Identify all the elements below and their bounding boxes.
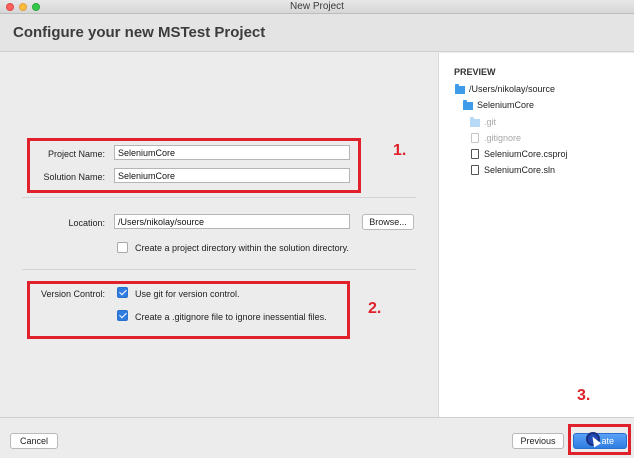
window-titlebar: New Project	[0, 0, 634, 14]
location-input[interactable]	[114, 214, 350, 229]
tree-item-project: SeleniumCore	[477, 100, 535, 110]
dialog-footer: Cancel Previous ate	[0, 417, 634, 458]
tree-item-git: .git	[484, 117, 497, 127]
file-icon	[471, 149, 479, 159]
tree-item-sln: SeleniumCore.sln	[484, 165, 556, 175]
location-label: Location:	[68, 218, 105, 228]
folder-icon	[463, 100, 473, 110]
create-directory-checkbox[interactable]	[117, 242, 128, 253]
form-panel: Project Name: Solution Name: Location: B…	[0, 53, 438, 417]
annotation-number-3: 3.	[577, 387, 591, 404]
create-directory-label: Create a project directory within the so…	[135, 243, 349, 253]
page-title: Configure your new MSTest Project	[13, 24, 266, 41]
annotation-number-2: 2.	[368, 300, 382, 317]
annotation-box-1	[27, 138, 361, 193]
browse-button[interactable]: Browse...	[362, 214, 414, 230]
annotation-box-2	[27, 281, 350, 339]
tree-item-source: /Users/nikolay/source	[469, 84, 556, 94]
annotation-number-1: 1.	[393, 142, 407, 159]
previous-button[interactable]: Previous	[512, 433, 564, 449]
cancel-button[interactable]: Cancel	[10, 433, 58, 449]
preview-panel: PREVIEW /Users/nikolay/source SeleniumCo…	[438, 53, 634, 417]
divider	[22, 269, 416, 270]
file-icon	[471, 133, 479, 143]
divider	[22, 197, 416, 198]
file-icon	[471, 165, 479, 175]
folder-icon	[455, 84, 465, 94]
tree-item-gitignore: .gitignore	[484, 133, 522, 143]
tree-item-csproj: SeleniumCore.csproj	[484, 149, 568, 159]
folder-icon	[470, 117, 480, 127]
dialog-header: Configure your new MSTest Project	[0, 14, 634, 52]
window-title: New Project	[290, 1, 344, 12]
preview-title: PREVIEW	[454, 67, 496, 77]
